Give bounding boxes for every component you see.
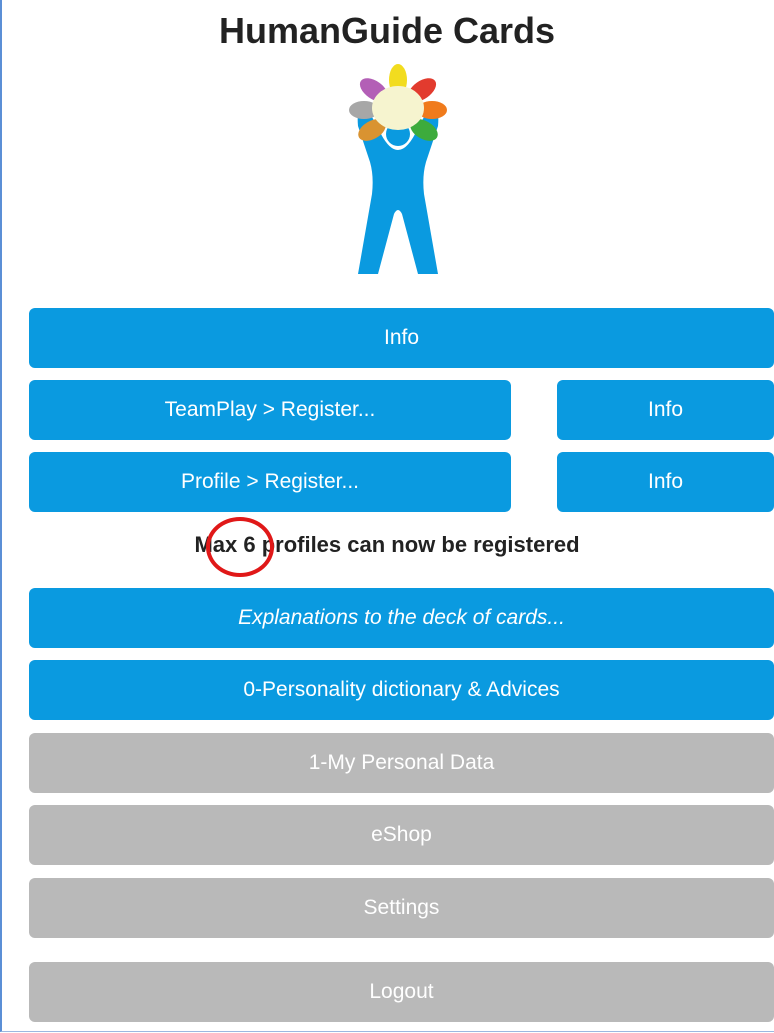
settings-button[interactable]: Settings bbox=[29, 878, 774, 938]
teamplay-register-button[interactable]: TeamPlay > Register... bbox=[29, 380, 511, 440]
profile-register-button[interactable]: Profile > Register... bbox=[29, 452, 511, 512]
humanguide-logo-icon bbox=[349, 64, 447, 274]
profile-info-button[interactable]: Info bbox=[557, 452, 774, 512]
profile-limit-notice: Max 6 profiles can now be registered bbox=[194, 532, 580, 557]
teamplay-info-button[interactable]: Info bbox=[557, 380, 774, 440]
app-title: HumanGuide Cards bbox=[218, 10, 556, 51]
personality-dictionary-button[interactable]: 0-Personality dictionary & Advices bbox=[29, 660, 774, 720]
info-button[interactable]: Info bbox=[29, 308, 774, 368]
personal-data-button[interactable]: 1-My Personal Data bbox=[29, 733, 774, 793]
logout-button[interactable]: Logout bbox=[29, 962, 774, 1022]
highlight-circle bbox=[206, 517, 274, 577]
explanations-button[interactable]: Explanations to the deck of cards... bbox=[29, 588, 774, 648]
eshop-button[interactable]: eShop bbox=[29, 805, 774, 865]
